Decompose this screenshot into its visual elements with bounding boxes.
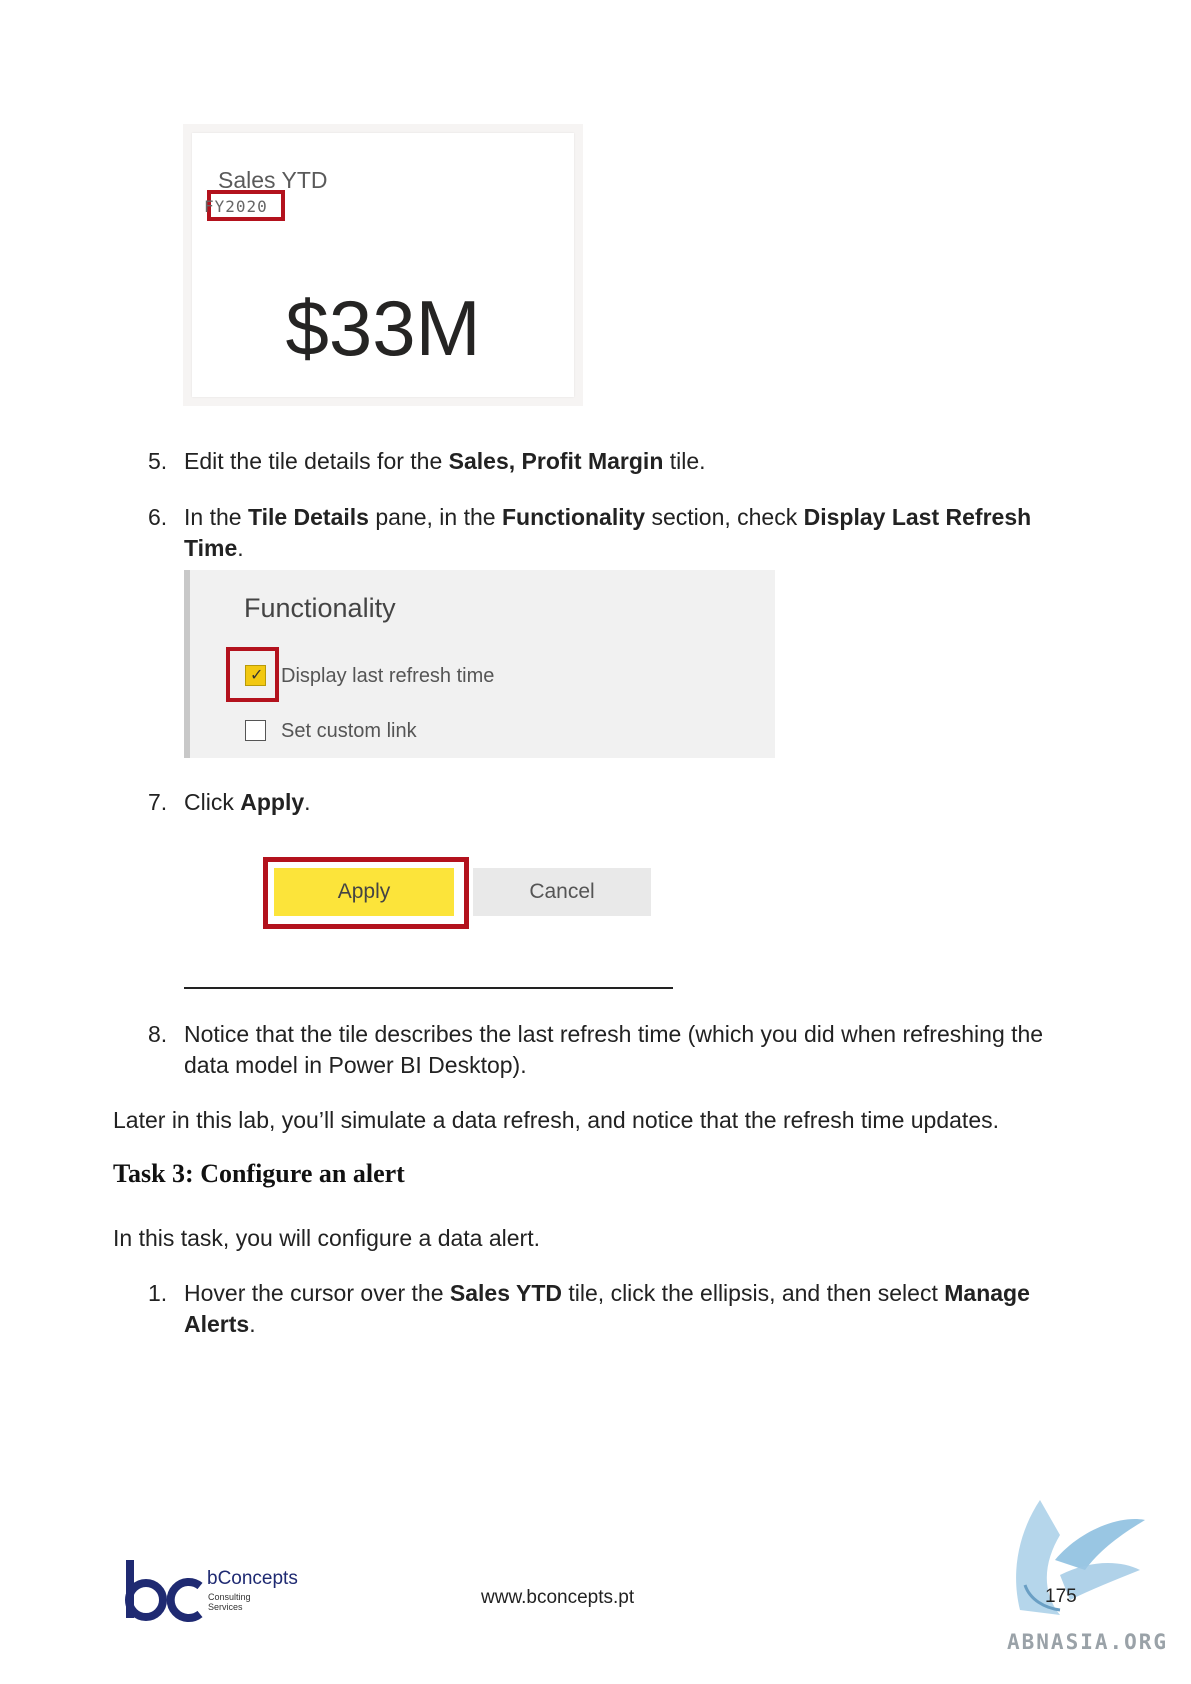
step-8: 8. Notice that the tile describes the la… [148, 1019, 1088, 1081]
divider-line [184, 987, 673, 989]
step-5: 5. Edit the tile details for the Sales, … [148, 446, 1088, 477]
display-last-refresh-checkbox[interactable]: ✓ [245, 665, 266, 686]
display-last-refresh-label[interactable]: Display last refresh time [281, 665, 494, 688]
paragraph-refresh-note: Later in this lab, you’ll simulate a dat… [113, 1107, 999, 1133]
step-number: 5. [148, 448, 168, 474]
task-heading: Task 3: Configure an alert [113, 1159, 405, 1188]
sales-ytd-tile[interactable]: Sales YTD FY2020 $33M [192, 133, 574, 397]
step-text: In the Tile Details pane, in the Functio… [184, 504, 1032, 561]
paragraph-task-intro: In this task, you will configure a data … [113, 1225, 540, 1251]
logo-tagline: Consulting Services [208, 1592, 251, 1612]
sales-ytd-tile-screenshot: Sales YTD FY2020 $33M [183, 124, 583, 406]
step-number: 8. [148, 1021, 168, 1047]
set-custom-link-checkbox[interactable] [245, 720, 266, 741]
bconcepts-logo-icon [124, 1560, 204, 1629]
step-6: 6. In the Tile Details pane, in the Func… [148, 502, 1088, 564]
apply-button[interactable]: Apply [274, 868, 454, 916]
task-step-1: 1. Hover the cursor over the Sales YTD t… [148, 1278, 1088, 1340]
step-7: 7. Click Apply. [148, 787, 1088, 818]
set-custom-link-label[interactable]: Set custom link [281, 720, 417, 743]
cancel-button[interactable]: Cancel [473, 868, 651, 916]
functionality-heading: Functionality [244, 593, 396, 623]
step-number: 7. [148, 789, 168, 815]
tile-subtitle: FY2020 [204, 197, 268, 216]
step-text: Hover the cursor over the Sales YTD tile… [184, 1280, 1030, 1337]
step-text: Click Apply. [184, 789, 311, 815]
checkmark-icon: ✓ [250, 667, 264, 684]
page-number: 175 [1045, 1586, 1077, 1607]
functionality-pane-screenshot: Functionality ✓ Display last refresh tim… [184, 570, 775, 758]
watermark-text: ABNASIA.ORG [1007, 1630, 1169, 1654]
step-number: 6. [148, 504, 168, 530]
logo-name: bConcepts [207, 1568, 298, 1589]
tile-value: $33M [285, 284, 481, 372]
step-number: 1. [148, 1280, 168, 1306]
watermark-griffin-icon [1000, 1490, 1150, 1635]
step-text: Notice that the tile describes the last … [184, 1021, 1044, 1078]
footer-url[interactable]: www.bconcepts.pt [481, 1587, 634, 1609]
step-text: Edit the tile details for the Sales, Pro… [184, 448, 706, 474]
